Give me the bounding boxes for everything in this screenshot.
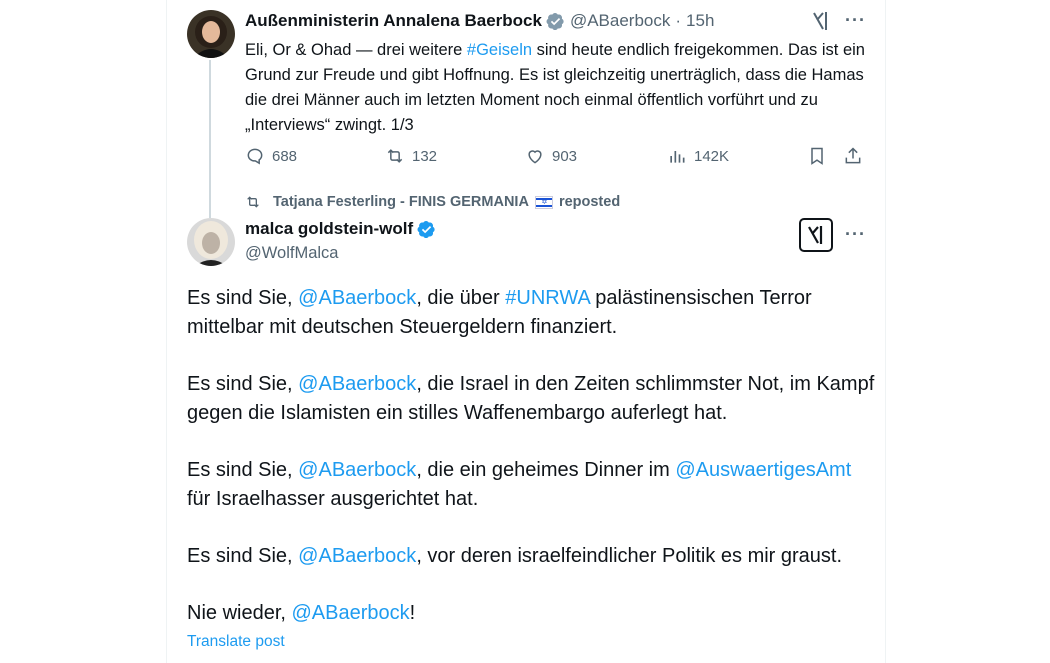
verified-blue-icon — [417, 220, 436, 239]
reply-count: 688 — [272, 147, 298, 165]
tweet-paragraph: Es sind Sie, @ABaerbock, vor deren israe… — [187, 542, 877, 571]
tweet-text-part: Eli, Or & Ohad — drei weitere — [245, 41, 467, 59]
more-options-icon[interactable]: ··· — [845, 10, 866, 31]
more-options-icon[interactable]: ··· — [845, 224, 866, 245]
text-part: Es sind Sie, — [187, 545, 299, 567]
tweet-paragraph: Es sind Sie, @ABaerbock, die über #UNRWA… — [187, 284, 877, 342]
translate-post-link[interactable]: Translate post — [187, 633, 285, 651]
timeline-column: Außenministerin Annalena Baerbock @ABaer… — [166, 0, 886, 663]
repost-count: 132 — [412, 147, 438, 165]
tweet-text: Eli, Or & Ohad — drei weitere #Geiseln s… — [245, 38, 875, 138]
repost-icon — [247, 196, 259, 208]
mention-link[interactable]: @AuswaertigesAmt — [675, 459, 851, 481]
tweet-timestamp[interactable]: 15h — [686, 11, 714, 31]
reposter-name[interactable]: Tatjana Festerling - FINIS GERMANIA — [273, 194, 529, 210]
share-icon — [845, 147, 861, 164]
hashtag-link[interactable]: #Geiseln — [467, 41, 532, 59]
mention-link[interactable]: @ABaerbock — [298, 287, 416, 309]
text-part: ! — [409, 602, 416, 624]
bookmark-button[interactable] — [807, 146, 834, 166]
repost-button[interactable]: 132 — [385, 146, 437, 166]
repost-icon — [387, 149, 403, 163]
dot-separator: · — [675, 11, 682, 30]
mention-link[interactable]: @ABaerbock — [298, 459, 416, 481]
like-count: 903 — [552, 147, 578, 165]
tweet-text: Es sind Sie, @ABaerbock, die über #UNRWA… — [187, 284, 877, 656]
heart-icon — [528, 150, 542, 164]
author-name[interactable]: Außenministerin Annalena Baerbock — [245, 11, 542, 31]
reply-icon — [247, 148, 263, 165]
reposted-label: reposted — [558, 194, 621, 210]
text-part: , vor deren israelfeindlicher Politik es… — [416, 545, 843, 567]
verified-gray-icon — [546, 12, 565, 31]
text-part: Es sind Sie, — [187, 373, 299, 395]
text-part: für Israelhasser ausgerichtet hat. — [187, 488, 479, 510]
like-button[interactable]: 903 — [525, 146, 577, 166]
mention-link[interactable]: @ABaerbock — [292, 602, 410, 624]
share-button[interactable] — [843, 146, 870, 166]
repost-banner[interactable]: Tatjana Festerling - FINIS GERMANIA ✡ re… — [245, 194, 620, 210]
tweet-paragraph: Es sind Sie, @ABaerbock, die Israel in d… — [187, 370, 877, 428]
author-name[interactable]: malca goldstein-wolf — [245, 219, 413, 239]
bookmark-icon — [811, 147, 823, 165]
tweet-paragraph: Es sind Sie, @ABaerbock, die ein geheime… — [187, 456, 877, 514]
thread-connector-line — [209, 60, 211, 218]
hashtag-link[interactable]: #UNRWA — [505, 287, 589, 309]
mention-link[interactable]: @ABaerbock — [298, 545, 416, 567]
views-button[interactable]: 142K — [667, 146, 729, 166]
grok-icon[interactable] — [810, 10, 832, 37]
tweet-header: malca goldstein-wolf — [245, 219, 441, 239]
tweet-actions-bar: 688 132 903 142K — [245, 146, 865, 174]
text-part: , die über — [416, 287, 506, 309]
reply-button[interactable]: 688 — [245, 146, 297, 166]
text-part: , die ein geheimes Dinner im — [416, 459, 676, 481]
author-handle[interactable]: @WolfMalca — [245, 244, 338, 263]
grok-button[interactable] — [799, 218, 833, 252]
text-part: Es sind Sie, — [187, 459, 299, 481]
tweet-paragraph: Nie wieder, @ABaerbock! — [187, 599, 877, 628]
avatar[interactable] — [187, 10, 235, 58]
tweet-header: Außenministerin Annalena Baerbock @ABaer… — [245, 11, 714, 31]
author-handle[interactable]: @ABaerbock — [570, 11, 670, 31]
mention-link[interactable]: @ABaerbock — [298, 373, 416, 395]
views-count: 142K — [694, 147, 730, 165]
grok-icon — [808, 226, 823, 244]
text-part: Nie wieder, — [187, 602, 292, 624]
avatar[interactable] — [187, 218, 235, 266]
text-part: Es sind Sie, — [187, 287, 299, 309]
israel-flag-icon: ✡ — [534, 195, 553, 209]
analytics-icon — [670, 151, 685, 163]
